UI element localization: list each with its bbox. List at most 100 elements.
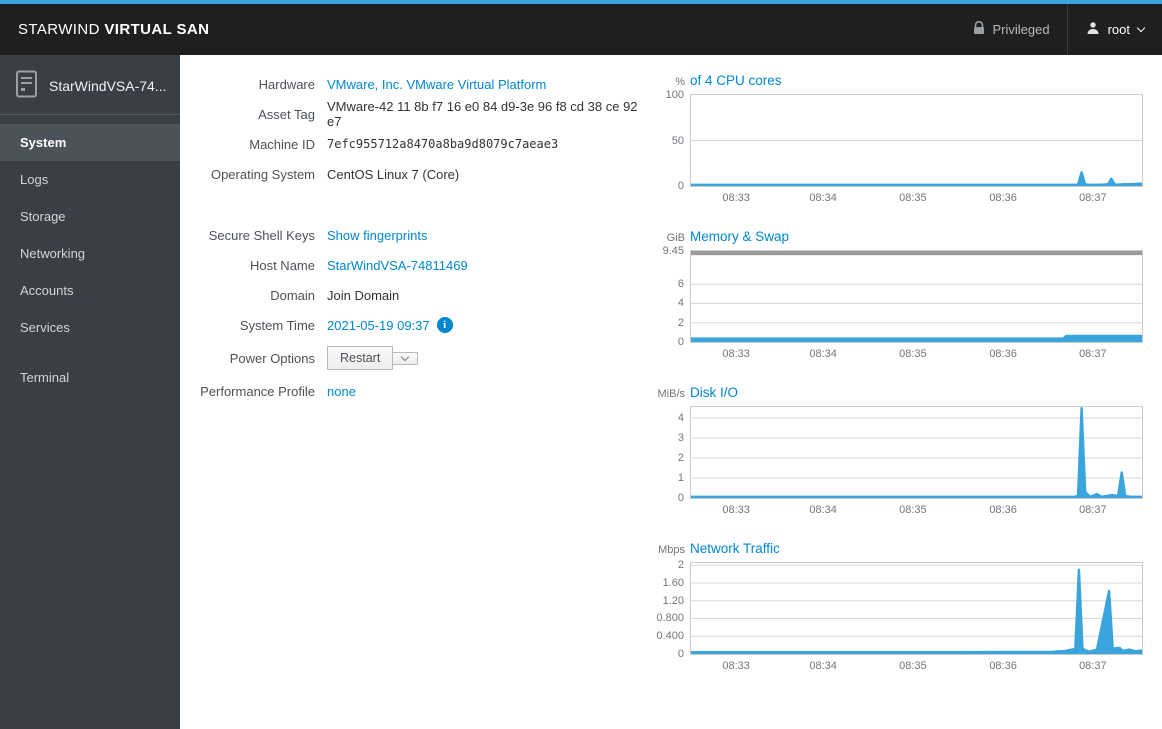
chart-memory-unit: GiB [666, 232, 685, 244]
chevron-down-icon [401, 352, 410, 361]
hardware-link[interactable]: VMware, Inc. VMware Virtual Platform [327, 77, 546, 92]
charts-panel: % of 4 CPU cores 100 50 0 08:33 08:34 08:35 08:3… [650, 67, 1162, 729]
info-icon[interactable]: i [436, 317, 453, 333]
brand-bold: VIRTUAL SAN [104, 21, 210, 38]
machine-id-label: Machine ID [249, 136, 315, 152]
performance-profile-value: none [327, 384, 356, 399]
sidebar-nav: System Logs Storage Networking Accounts Servi… [0, 124, 180, 396]
chart-disk-unit: MiB/s [657, 388, 686, 400]
host-name-link[interactable]: StarWindVSA-74811469 [327, 258, 468, 273]
system-info-panel: Hardware VMware, Inc. VMware Virtual Plat… [180, 67, 650, 729]
field-row-host-name: Host Name StarWindVSA-74811469 [180, 250, 650, 280]
field-row-machine-id: Machine ID 7efc955712a8470a8ba9d8079c7aea… [180, 129, 650, 159]
sidebar-item-system[interactable]: System [0, 124, 180, 161]
host-name-label: Host Name [249, 257, 315, 273]
user-label: root [1107, 22, 1130, 37]
field-row-system-time: System Time 2021-05-19 09:37 i [180, 310, 650, 340]
x-tick-label: 08:34 [809, 660, 837, 672]
field-row-hardware: Hardware VMware, Inc. VMware Virtual Plat… [180, 69, 650, 99]
field-row-asset-tag: Asset Tag VMware-42 11 8b f7 16 e0 84 d9-… [180, 99, 650, 129]
chart-cpu-plot[interactable] [690, 94, 1143, 187]
chart-memory-title-link[interactable]: Memory & Swap [690, 229, 789, 244]
chart-network: Mbps Network Traffic 2 1.60 1.20 0.800 0.400 0 0… [650, 541, 1162, 678]
secure-shell-keys-value: Show fingerprints [327, 228, 427, 243]
main-content: Hardware VMware, Inc. VMware Virtual Plat… [180, 55, 1162, 729]
y-tick-label: 0.800 [656, 612, 684, 625]
performance-profile-label: Performance Profile [200, 383, 315, 399]
sidebar-item-storage[interactable]: Storage [0, 198, 180, 235]
y-tick-label: 1 [677, 472, 684, 484]
sidebar-item-services[interactable]: Services [0, 309, 180, 346]
sidebar-divider [0, 114, 180, 115]
y-tick-label: 3 [677, 432, 684, 444]
chart-cpu-yaxis: 100 50 0 [650, 89, 690, 192]
asset-tag-text: VMware-42 11 8b f7 16 e0 84 d9-3e 96 f8 … [327, 99, 638, 129]
host-selector: StarWindVSA-74... [0, 55, 180, 114]
y-tick-label: 1.60 [662, 576, 684, 589]
user-icon [1086, 21, 1100, 38]
chart-memory-plot[interactable] [690, 250, 1143, 343]
hardware-label: Hardware [258, 76, 315, 92]
sidebar-item-terminal[interactable]: Terminal [0, 359, 180, 396]
power-options-label: Power Options [229, 350, 315, 366]
x-tick-label: 08:35 [899, 192, 927, 204]
field-row-domain: Domain Join Domain [180, 280, 650, 310]
power-options-value: Restart [327, 346, 419, 370]
system-time-value: 2021-05-19 09:37 i [327, 317, 453, 333]
chart-cpu-title-link[interactable]: of 4 CPU cores [690, 73, 782, 88]
sidebar: StarWindVSA-74... System Logs Storage Netwo… [0, 55, 180, 729]
chart-disk-xaxis: 08:33 08:34 08:35 08:36 08:37 [650, 499, 1162, 522]
x-tick-label: 08:34 [809, 348, 837, 360]
x-tick-label: 08:36 [989, 660, 1017, 672]
system-time-link[interactable]: 2021-05-19 09:37 [327, 318, 430, 333]
privileged-indicator[interactable]: Privileged [956, 4, 1067, 55]
sidebar-item-networking[interactable]: Networking [0, 235, 180, 272]
secure-shell-keys-link[interactable]: Show fingerprints [327, 228, 427, 243]
y-tick-label: 1.20 [662, 594, 684, 607]
y-tick-label: 2 [677, 316, 684, 329]
chart-network-title-link[interactable]: Network Traffic [690, 541, 780, 556]
y-tick-label: 2 [677, 452, 684, 464]
x-tick-label: 08:33 [722, 348, 750, 360]
x-tick-label: 08:34 [809, 504, 837, 516]
x-tick-label: 08:37 [1079, 504, 1107, 516]
x-tick-label: 08:35 [899, 504, 927, 516]
domain-action[interactable]: Join Domain [327, 288, 399, 303]
chart-disk-title-link[interactable]: Disk I/O [690, 385, 738, 400]
x-tick-label: 08:36 [989, 192, 1017, 204]
chart-disk-plot[interactable] [690, 406, 1143, 499]
x-tick-label: 08:33 [722, 504, 750, 516]
y-tick-label: 9.45 [662, 245, 684, 257]
server-icon [15, 70, 38, 101]
machine-id-value: 7efc955712a8470a8ba9d8079c7aeae3 [327, 137, 558, 151]
operating-system-value: CentOS Linux 7 (Core) [327, 167, 459, 182]
sidebar-item-accounts[interactable]: Accounts [0, 272, 180, 309]
x-tick-label: 08:35 [899, 348, 927, 360]
y-tick-label: 0.400 [656, 630, 684, 643]
chart-disk: MiB/s Disk I/O 4 3 2 1 0 08:33 08:34 08:35 08:36 08… [650, 385, 1162, 522]
chart-network-xaxis: 08:33 08:34 08:35 08:36 08:37 [650, 655, 1162, 678]
field-row-power-options: Power Options Restart [180, 340, 650, 376]
user-menu[interactable]: root [1068, 4, 1162, 55]
host-name-value: StarWindVSA-74811469 [327, 258, 468, 273]
top-navbar: STARWIND VIRTUAL SAN Privileged root [0, 0, 1162, 55]
restart-button[interactable]: Restart [327, 346, 394, 370]
x-tick-label: 08:36 [989, 504, 1017, 516]
sidebar-item-logs[interactable]: Logs [0, 161, 180, 198]
power-options-toggle[interactable] [392, 351, 419, 365]
y-tick-label: 4 [677, 412, 684, 424]
asset-tag-label: Asset Tag [258, 106, 315, 122]
performance-profile-link[interactable]: none [327, 384, 356, 399]
secure-shell-keys-label: Secure Shell Keys [208, 227, 315, 243]
app-brand: STARWIND VIRTUAL SAN [18, 21, 209, 38]
row-spacer [180, 189, 650, 220]
y-tick-label: 6 [677, 278, 684, 291]
y-tick-label: 50 [671, 134, 684, 147]
field-row-performance-profile: Performance Profile none [180, 376, 650, 406]
chart-network-plot[interactable] [690, 562, 1143, 655]
y-tick-label: 4 [677, 297, 684, 310]
x-tick-label: 08:33 [722, 660, 750, 672]
lock-icon [973, 20, 985, 38]
chart-cpu: % of 4 CPU cores 100 50 0 08:33 08:34 08:35 08:3… [650, 73, 1162, 210]
x-tick-label: 08:37 [1079, 192, 1107, 204]
